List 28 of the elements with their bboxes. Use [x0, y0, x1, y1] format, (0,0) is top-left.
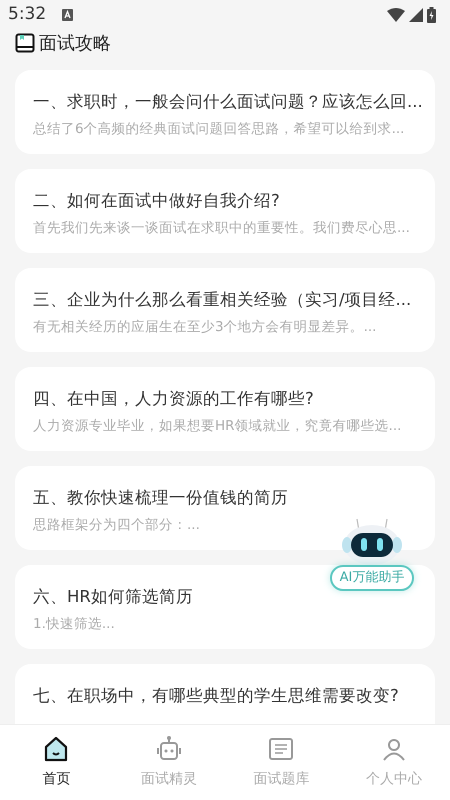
article-title: 四、在中国，人力资源的工作有哪些?	[33, 388, 315, 410]
article-card[interactable]: 五、教你快速梳理一份值钱的简历 思路框架分为四个部分：...	[15, 466, 435, 550]
keyboard-icon	[62, 9, 74, 21]
article-title: 三、企业为什么那么看重相关经验（实习/项目经...	[33, 289, 412, 311]
article-title: 五、教你快速梳理一份值钱的简历	[33, 487, 289, 509]
list-icon	[267, 735, 296, 763]
article-card[interactable]: 七、在职场中，有哪些典型的学生思维需要改变?	[15, 664, 435, 724]
article-summary: 1.快速筛选...	[33, 615, 116, 634]
article-summary: 人力资源专业毕业，如果想要HR领域就业，究竟有哪些选...	[33, 417, 402, 436]
book-icon	[15, 33, 35, 53]
robot-icon	[154, 735, 183, 763]
article-card[interactable]: 二、如何在面试中做好自我介绍? 首先我们先来谈一谈面试在求职中的重要性。我们费尽心思...	[15, 169, 435, 253]
article-summary: 首先我们先来谈一谈面试在求职中的重要性。我们费尽心思...	[33, 219, 411, 238]
article-summary: 思路框架分为四个部分：...	[33, 516, 201, 535]
article-card[interactable]: 三、企业为什么那么看重相关经验（实习/项目经... 有无相关经历的应届生在至少3个地方会有明显差异。...	[15, 268, 435, 352]
article-card[interactable]: 一、求职时，一般会问什么面试问题？应该怎么回... 总结了6个高频的经典面试问题回答思路，希望可以给到求...	[15, 70, 435, 154]
article-title: 七、在职场中，有哪些典型的学生思维需要改变?	[33, 685, 400, 707]
article-title: 六、HR如何筛选简历	[33, 586, 194, 608]
nav-tab[interactable]: 首页	[0, 735, 112, 790]
signal-icon	[409, 8, 423, 22]
battery-icon	[427, 7, 436, 23]
page-title: 面试攻略	[39, 32, 111, 56]
wifi-icon	[387, 8, 405, 22]
article-title: 二、如何在面试中做好自我介绍?	[33, 190, 281, 212]
status-time: 5:32	[8, 3, 46, 26]
article-summary: 有无相关经历的应届生在至少3个地方会有明显差异。...	[33, 318, 378, 337]
article-card[interactable]: 四、在中国，人力资源的工作有哪些? 人力资源专业毕业，如果想要HR领域就业，究竟有哪些选...	[15, 367, 435, 451]
article-summary: 总结了6个高频的经典面试问题回答思路，希望可以给到求...	[33, 120, 406, 139]
